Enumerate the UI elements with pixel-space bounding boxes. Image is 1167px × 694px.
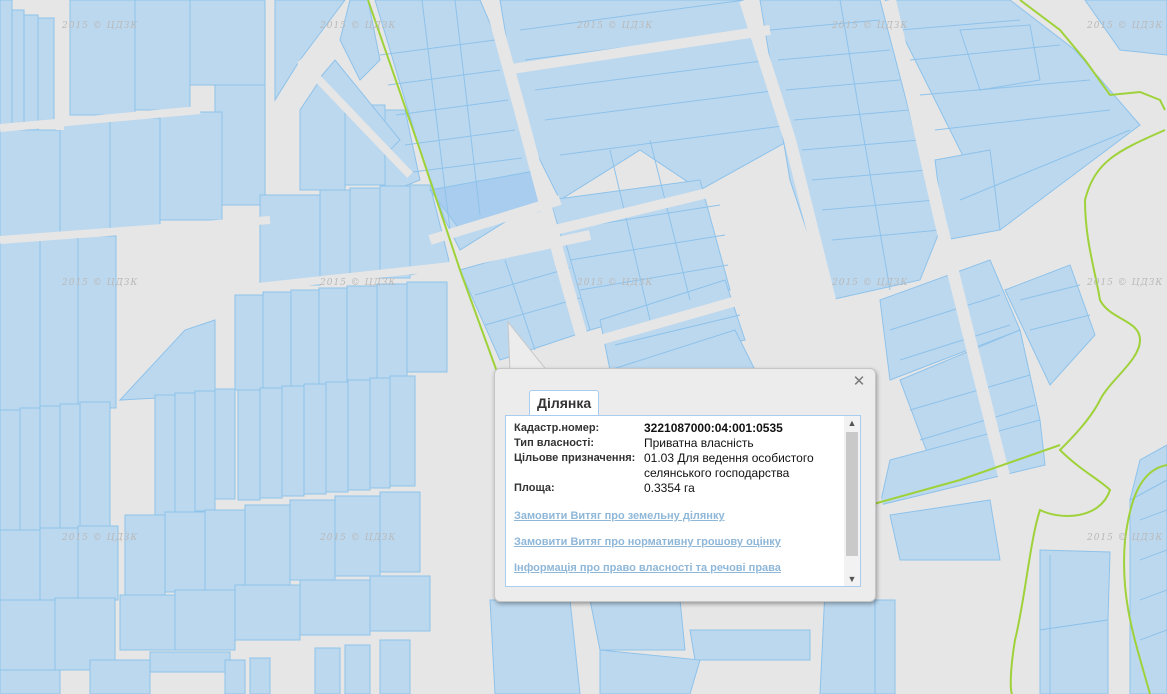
field-label: Тип власності: xyxy=(514,437,595,449)
popup-content: Кадастр.номер: 3221087000:04:001:0535 Ти… xyxy=(514,421,840,574)
watermark: 2015 © ЦДЗК xyxy=(61,21,138,31)
watermark: 2015 © ЦДЗК xyxy=(831,278,908,288)
field-label: Цільове призначення: xyxy=(514,452,636,464)
watermark: 2015 © ЦДЗК xyxy=(319,21,396,31)
scroll-up-icon[interactable]: ▲ xyxy=(844,416,860,430)
field-label: Кадастр.номер: xyxy=(514,422,600,434)
field-value: 0.3354 га xyxy=(644,481,695,495)
watermark: 2015 © ЦДЗК xyxy=(831,21,908,31)
watermark: 2015 © ЦДЗК xyxy=(61,533,138,543)
field-label: Площа: xyxy=(514,482,555,494)
scroll-thumb[interactable] xyxy=(846,432,858,556)
field-purpose: Цільове призначення: 01.03 Для ведення о… xyxy=(514,451,840,481)
close-icon[interactable]: ✕ xyxy=(852,374,866,389)
watermark: 2015 © ЦДЗК xyxy=(1086,278,1163,288)
field-cadastral-number: Кадастр.номер: 3221087000:04:001:0535 xyxy=(514,421,840,436)
field-value: 01.03 Для ведення особистого селянського… xyxy=(644,451,814,480)
field-value: 3221087000:04:001:0535 xyxy=(644,421,783,435)
watermark: 2015 © ЦДЗК xyxy=(61,278,138,288)
watermark: 2015 © ЦДЗК xyxy=(576,21,653,31)
watermark: 2015 © ЦДЗК xyxy=(1086,21,1163,31)
watermark: 2015 © ЦДЗК xyxy=(1086,533,1163,543)
popup-scrollbar[interactable]: ▲ ▼ xyxy=(844,416,860,586)
watermark: 2015 © ЦДЗК xyxy=(319,278,396,288)
field-area: Площа: 0.3354 га xyxy=(514,481,840,496)
watermark: 2015 © ЦДЗК xyxy=(576,278,653,288)
popup-body: Кадастр.номер: 3221087000:04:001:0535 Ти… xyxy=(505,415,861,587)
tab-parcel[interactable]: Ділянка xyxy=(529,390,600,415)
order-valuation-extract-link[interactable]: Замовити Витяг про нормативну грошову оц… xyxy=(514,536,840,548)
field-ownership-type: Тип власності: Приватна власність xyxy=(514,436,840,451)
parcel-info-popup: ✕ Ділянка Кадастр.номер: 3221087000:04:0… xyxy=(494,368,876,602)
scroll-down-icon[interactable]: ▼ xyxy=(844,572,860,586)
order-parcel-extract-link[interactable]: Замовити Витяг про земельну ділянку xyxy=(514,510,840,522)
field-value: Приватна власність xyxy=(644,436,754,450)
ownership-rights-info-link[interactable]: Інформація про право власності та речові… xyxy=(514,562,840,574)
watermark: 2015 © ЦДЗК xyxy=(319,533,396,543)
